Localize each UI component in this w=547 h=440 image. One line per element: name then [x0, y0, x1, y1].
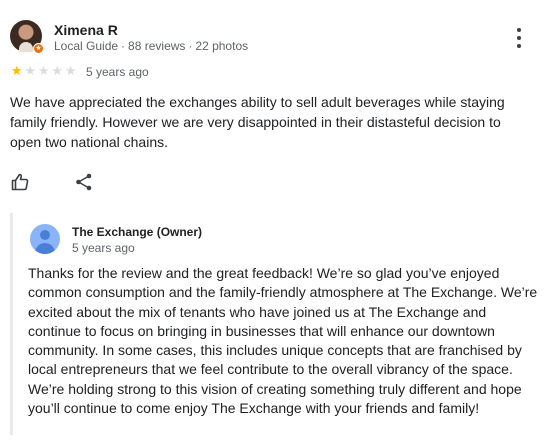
review-card: ★ Ximena R Local Guide · 88 reviews · 22 pho… — [0, 0, 547, 440]
thumb-up-icon[interactable] — [10, 172, 30, 192]
star-filled-icon: ★ — [10, 63, 23, 78]
owner-name: The Exchange (Owner) — [72, 225, 203, 239]
review-text: We have appreciated the exchanges abilit… — [10, 94, 505, 150]
local-guide-label: Local Guide — [54, 39, 119, 53]
meta-separator: · — [121, 39, 126, 53]
more-dot — [517, 44, 521, 48]
star-empty-icon: ★ — [51, 63, 64, 78]
star-empty-icon: ★ — [24, 63, 37, 78]
share-icon[interactable] — [74, 172, 94, 192]
reviewer-avatar[interactable]: ★ — [10, 20, 44, 54]
review-count: 88 reviews — [128, 39, 186, 53]
owner-avatar-shoulders — [35, 243, 55, 254]
reviewer-meta[interactable]: Local Guide · 88 reviews · 22 photos — [54, 39, 248, 53]
star-empty-icon: ★ — [37, 63, 50, 78]
review-time: 5 years ago — [86, 65, 149, 79]
photo-count: 22 photos — [195, 39, 249, 53]
avatar-shoulders — [19, 42, 33, 52]
reply-divider — [10, 213, 13, 435]
owner-avatar — [30, 224, 60, 254]
owner-avatar-head — [40, 230, 50, 240]
star-empty-icon: ★ — [64, 63, 77, 78]
more-vert-icon[interactable] — [512, 26, 526, 50]
star-rating: ★ ★ ★ ★ ★ — [10, 64, 78, 78]
reviewer-name[interactable]: Ximena R — [54, 22, 118, 38]
more-dot — [517, 36, 521, 40]
owner-reply-time: 5 years ago — [72, 241, 135, 255]
owner-reply-text: Thanks for the review and the great feed… — [28, 265, 538, 417]
local-guide-star-icon: ★ — [33, 43, 44, 54]
more-dot — [517, 28, 521, 32]
meta-separator: · — [188, 39, 193, 53]
